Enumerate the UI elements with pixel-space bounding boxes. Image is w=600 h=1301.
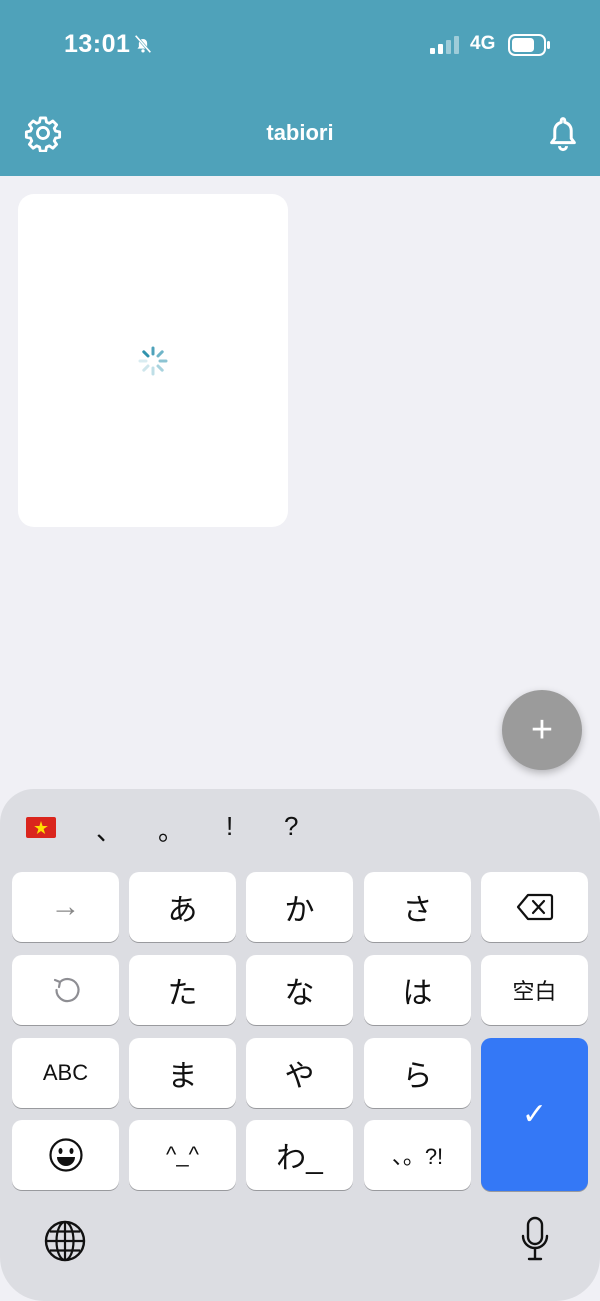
suggestion-question[interactable]: ?: [284, 811, 298, 842]
app-header: tabiori: [0, 90, 600, 176]
undo-button[interactable]: [12, 955, 119, 1025]
bell-slash-icon: [134, 34, 152, 54]
key-ha[interactable]: は: [364, 955, 471, 1025]
space-button[interactable]: 空白: [481, 955, 588, 1025]
key-punctuation[interactable]: 、。?!: [364, 1120, 471, 1190]
done-button[interactable]: ✓: [481, 1038, 588, 1191]
bell-icon[interactable]: [542, 112, 584, 154]
key-a[interactable]: あ: [129, 872, 236, 942]
status-bar: 13:01 4G: [0, 0, 600, 90]
trip-card[interactable]: [18, 194, 288, 527]
page-title: tabiori: [266, 120, 334, 145]
key-ra[interactable]: ら: [364, 1038, 471, 1108]
battery-icon: [508, 34, 550, 56]
backspace-icon: [516, 893, 553, 921]
suggestion-comma[interactable]: 、: [96, 811, 122, 848]
undo-icon: [53, 977, 80, 1003]
emoji-icon: [48, 1138, 83, 1172]
suggestion-period[interactable]: 。: [158, 811, 184, 848]
key-wa[interactable]: わ_: [246, 1120, 353, 1190]
abc-button[interactable]: ABC: [12, 1038, 119, 1108]
spinner-icon: [138, 346, 168, 376]
emoji-button[interactable]: [12, 1120, 119, 1190]
network-type: 4G: [470, 33, 496, 54]
key-ma[interactable]: ま: [129, 1038, 236, 1108]
key-kaomoji[interactable]: ^_^: [129, 1120, 236, 1190]
key-ka[interactable]: か: [246, 872, 353, 942]
key-ta[interactable]: た: [129, 955, 236, 1025]
key-ya[interactable]: や: [246, 1038, 353, 1108]
key-sa[interactable]: さ: [364, 872, 471, 942]
signal-icon: [430, 36, 459, 54]
key-na[interactable]: な: [246, 955, 353, 1025]
status-time: 13:01: [64, 30, 131, 58]
suggestion-exclamation[interactable]: !: [226, 811, 233, 842]
globe-icon[interactable]: [44, 1220, 86, 1262]
vietnam-flag-icon[interactable]: [26, 817, 56, 838]
key-arrow[interactable]: →: [12, 872, 119, 942]
microphone-icon[interactable]: [520, 1216, 550, 1262]
add-button[interactable]: +: [502, 690, 582, 770]
delete-button[interactable]: [481, 872, 588, 942]
